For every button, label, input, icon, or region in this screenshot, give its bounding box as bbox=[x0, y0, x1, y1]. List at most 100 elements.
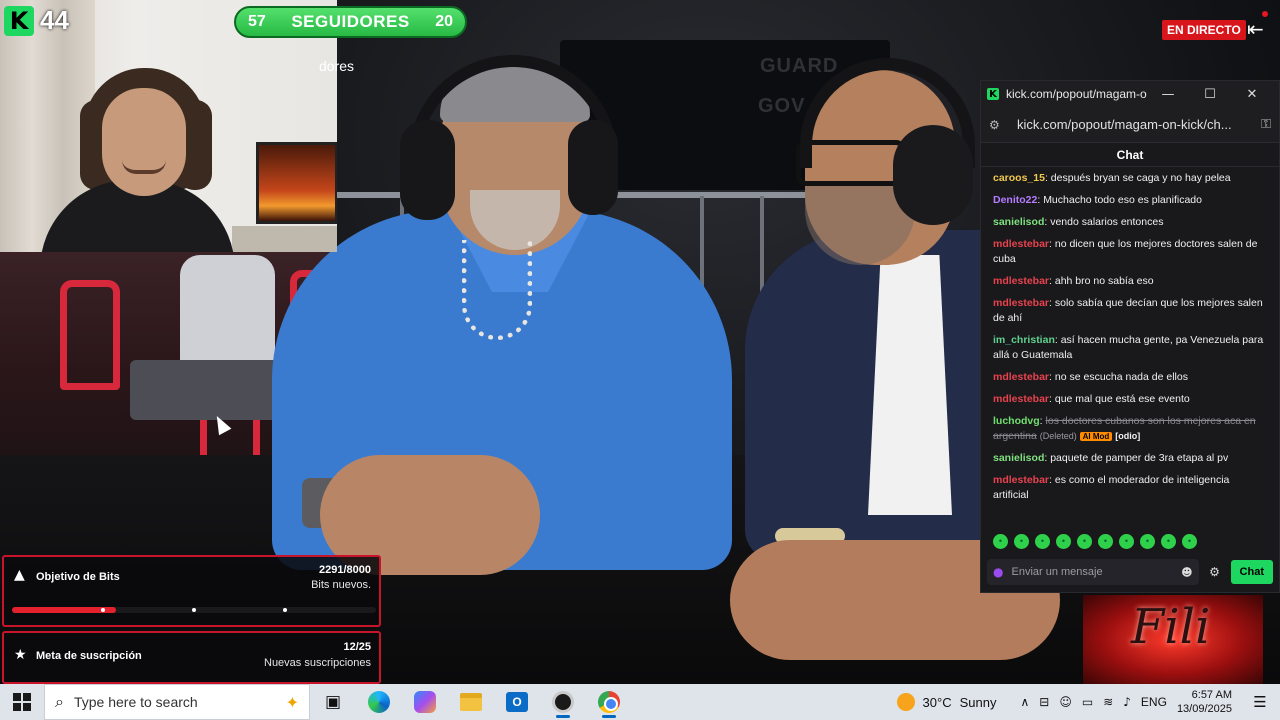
chat-message-list[interactable]: caroos_15: después bryan se caga y no ha… bbox=[981, 167, 1279, 529]
chat-message-text: que mal que está ese evento bbox=[1054, 393, 1190, 405]
chat-settings-gear-icon[interactable]: ⚙ bbox=[1205, 565, 1225, 579]
emote-8-icon[interactable]: • bbox=[1140, 533, 1155, 549]
emote-10-icon[interactable]: • bbox=[1182, 533, 1197, 549]
chevron-up-icon[interactable]: ∧ bbox=[1020, 695, 1029, 709]
chat-message[interactable]: mdlestebar: no dicen que los mejores doc… bbox=[993, 237, 1267, 267]
chat-message[interactable]: mdlestebar: que mal que está ese evento bbox=[993, 392, 1267, 407]
chat-composer: ● Enviar un mensaje ☻ ⚙ Chat bbox=[981, 553, 1279, 591]
chat-username[interactable]: mdlestebar bbox=[993, 474, 1049, 486]
chat-username[interactable]: mdlestebar bbox=[993, 393, 1049, 405]
chat-message[interactable]: mdlestebar: ahh bro no sabía eso bbox=[993, 274, 1267, 289]
notification-center-icon[interactable]: ☰ bbox=[1240, 693, 1280, 711]
window-title: kick.com/popout/magam-o... bbox=[1006, 87, 1147, 101]
send-chat-button[interactable]: Chat bbox=[1230, 560, 1273, 584]
language-indicator[interactable]: ENG bbox=[1141, 695, 1167, 709]
chat-username[interactable]: mdlestebar bbox=[993, 238, 1049, 250]
banner-text-2: GOV bbox=[758, 95, 806, 117]
taskbar-app[interactable] bbox=[540, 684, 586, 720]
chat-header: Chat bbox=[981, 143, 1279, 167]
fireplace-tv bbox=[256, 142, 337, 224]
folder-icon bbox=[460, 693, 482, 711]
window-titlebar[interactable]: K kick.com/popout/magam-o... — ☐ ✕ bbox=[981, 81, 1279, 107]
chat-message[interactable]: luchodvg: los doctores cubanos son los m… bbox=[993, 414, 1267, 444]
maximize-icon[interactable]: ☐ bbox=[1189, 87, 1231, 102]
chat-username[interactable]: luchodvg bbox=[993, 415, 1040, 427]
start-button[interactable] bbox=[0, 684, 44, 720]
notification-dot bbox=[1262, 11, 1268, 17]
chat-username[interactable]: mdlestebar bbox=[993, 297, 1049, 309]
chat-message-text: ahh bro no sabía eso bbox=[1054, 275, 1154, 287]
search-placeholder[interactable]: Type here to search bbox=[74, 694, 276, 710]
taskbar-file-explorer[interactable] bbox=[448, 684, 494, 720]
weather-widget[interactable]: 30°C Sunny bbox=[896, 693, 997, 711]
url-text[interactable]: kick.com/popout/magam-on-kick/ch... bbox=[1017, 117, 1251, 132]
taskbar-search[interactable]: ⌕ Type here to search ✦ bbox=[44, 684, 310, 720]
tray-app-icon[interactable]: ⊟ bbox=[1039, 695, 1049, 709]
emote-9-icon[interactable]: • bbox=[1161, 533, 1176, 549]
chat-message[interactable]: sanielisod: paquete de pamper de 3ra eta… bbox=[993, 451, 1267, 466]
chat-username[interactable]: im_christian bbox=[993, 334, 1055, 346]
followers-current: 57 bbox=[248, 13, 266, 30]
network-icon[interactable]: ≋ bbox=[1103, 695, 1113, 709]
clock-time: 6:57 AM bbox=[1191, 689, 1232, 701]
chat-username[interactable]: Denito22 bbox=[993, 194, 1037, 206]
copilot-icon bbox=[414, 691, 436, 713]
emote-bar[interactable]: • • • • • • • • • • bbox=[981, 529, 1279, 553]
viewer-counter: K 44 bbox=[4, 5, 69, 36]
weather-condition: Sunny bbox=[959, 694, 997, 710]
password-key-icon[interactable]: ⚿ bbox=[1251, 117, 1271, 132]
emote-4-icon[interactable]: • bbox=[1056, 533, 1071, 549]
taskbar-outlook[interactable]: O bbox=[494, 684, 540, 720]
chat-username[interactable]: sanielisod bbox=[993, 216, 1044, 228]
kick-favicon-icon: K bbox=[987, 88, 999, 100]
streamer-face bbox=[102, 88, 186, 196]
tray-people-icon[interactable]: ☺ bbox=[1059, 695, 1072, 709]
spectator bbox=[180, 255, 275, 365]
weather-temp: 30°C bbox=[922, 694, 952, 710]
minimize-icon[interactable]: — bbox=[1147, 87, 1189, 102]
emoji-picker-icon[interactable]: ☻ bbox=[1181, 566, 1192, 579]
chat-message[interactable]: Denito22: Muchacho todo eso es planifica… bbox=[993, 193, 1267, 208]
emote-2-icon[interactable]: • bbox=[1014, 533, 1029, 549]
bits-goal-panel: ▲ Objetivo de Bits 2291/8000 Bits nuevos… bbox=[2, 555, 381, 627]
emote-3-icon[interactable]: • bbox=[1035, 533, 1050, 549]
emote-5-icon[interactable]: • bbox=[1077, 533, 1092, 549]
chat-input[interactable]: ● Enviar un mensaje ☻ bbox=[987, 559, 1199, 585]
chat-username[interactable]: sanielisod bbox=[993, 452, 1044, 464]
taskbar-edge[interactable] bbox=[356, 684, 402, 720]
site-settings-icon[interactable]: ⚙ bbox=[989, 118, 1007, 132]
subs-goal-subtitle: Nuevas suscripciones bbox=[264, 657, 371, 669]
chat-message[interactable]: mdlestebar: solo sabía que decían que lo… bbox=[993, 296, 1267, 326]
taskbar-chrome[interactable] bbox=[586, 684, 632, 720]
emote-1-icon[interactable]: • bbox=[993, 533, 1008, 549]
chat-message-text: paquete de pamper de 3ra etapa al pv bbox=[1050, 452, 1229, 464]
emote-7-icon[interactable]: • bbox=[1119, 533, 1134, 549]
chat-message[interactable]: mdlestebar: no se escucha nada de ellos bbox=[993, 370, 1267, 385]
chat-input-placeholder[interactable]: Enviar un mensaje bbox=[1011, 566, 1173, 578]
chat-username[interactable]: mdlestebar bbox=[993, 275, 1049, 287]
microphone-icon[interactable]: ● bbox=[993, 565, 1003, 579]
volume-icon[interactable]: ♪ bbox=[1123, 695, 1131, 709]
red-chair bbox=[60, 280, 120, 390]
chat-username[interactable]: mdlestebar bbox=[993, 371, 1049, 383]
task-view-icon[interactable]: ▣ bbox=[310, 684, 356, 720]
chat-popout-window[interactable]: K kick.com/popout/magam-o... — ☐ ✕ ⚙ kic… bbox=[980, 80, 1280, 593]
chat-message[interactable]: mdlestebar: es como el moderador de inte… bbox=[993, 473, 1267, 503]
emote-6-icon[interactable]: • bbox=[1098, 533, 1113, 549]
clock[interactable]: 6:57 AM 13/09/2025 bbox=[1177, 688, 1232, 716]
banner-text-1: GUARD bbox=[760, 55, 839, 77]
chat-message[interactable]: caroos_15: después bryan se caga y no ha… bbox=[993, 171, 1267, 186]
tray-battery-icon[interactable]: ▭ bbox=[1082, 695, 1093, 709]
screen: GUARD GOV dores K 44 57 SEGUIDORES 20 EN… bbox=[0, 0, 1280, 720]
exit-icon[interactable]: ⇤ bbox=[1247, 17, 1271, 41]
chat-username[interactable]: caroos_15 bbox=[993, 172, 1045, 184]
chat-message[interactable]: im_christian: así hacen mucha gente, pa … bbox=[993, 333, 1267, 363]
outlook-icon: O bbox=[506, 692, 528, 712]
chat-message[interactable]: sanielisod: vendo salarios entonces bbox=[993, 215, 1267, 230]
taskbar-copilot[interactable] bbox=[402, 684, 448, 720]
sun-icon bbox=[896, 693, 915, 711]
address-bar[interactable]: ⚙ kick.com/popout/magam-on-kick/ch... ⚿ bbox=[981, 107, 1279, 143]
subs-goal-panel: ★ Meta de suscripción 12/25 Nuevas suscr… bbox=[2, 631, 381, 684]
bits-goal-title: Objetivo de Bits bbox=[36, 571, 120, 583]
close-icon[interactable]: ✕ bbox=[1231, 87, 1273, 102]
